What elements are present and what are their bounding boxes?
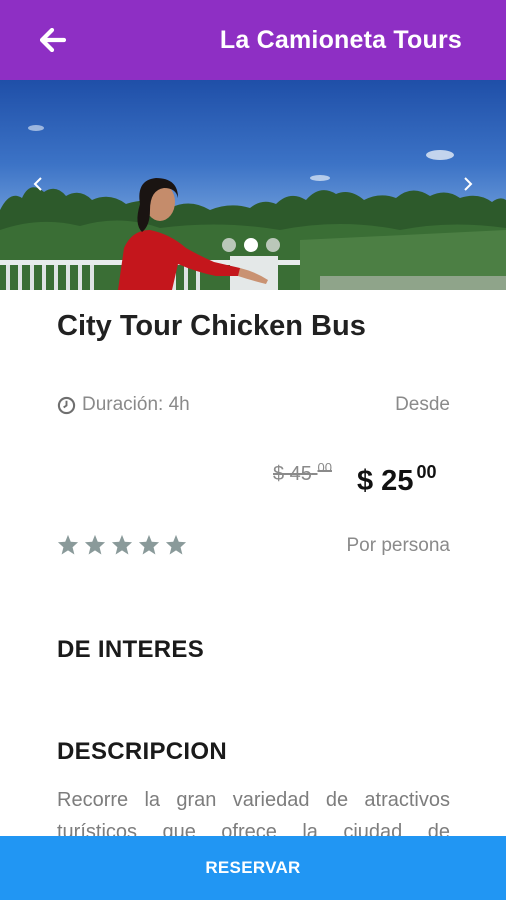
current-price: $ 25 00	[357, 462, 436, 498]
back-button[interactable]	[38, 25, 68, 55]
duration-info: Duración: 4h	[57, 394, 190, 416]
app-title: La Camioneta Tours	[219, 25, 462, 54]
new-price-cents: 00	[416, 462, 437, 482]
carousel-dot[interactable]	[266, 238, 280, 252]
old-price-cents: 00	[317, 460, 332, 475]
star-icon	[165, 534, 187, 555]
old-price-main: $ 45	[273, 463, 312, 485]
tour-photo	[0, 125, 506, 290]
clock-icon	[57, 396, 76, 414]
star-icon	[57, 534, 79, 555]
new-price-main: $ 25	[357, 465, 414, 497]
carousel-dot-active[interactable]	[244, 238, 258, 252]
carousel-dot[interactable]	[222, 238, 236, 252]
duration-label: Duración: 4h	[82, 394, 190, 415]
interest-heading: DE INTERES	[57, 636, 205, 663]
old-price: $ 45 00	[273, 460, 332, 486]
star-icon	[111, 534, 133, 555]
star-icon	[84, 534, 106, 555]
per-person-label: Por persona	[346, 535, 450, 556]
rating-stars	[57, 534, 187, 555]
chevron-left-icon	[33, 177, 42, 191]
carousel-indicators	[222, 238, 280, 252]
star-icon	[138, 534, 160, 555]
chevron-right-icon	[464, 177, 473, 191]
tour-title: City Tour Chicken Bus	[57, 310, 366, 342]
app-bar: La Camioneta Tours	[0, 0, 506, 80]
image-carousel[interactable]	[0, 80, 506, 290]
carousel-prev-button[interactable]	[28, 174, 48, 194]
arrow-left-icon	[40, 28, 66, 52]
description-heading: DESCRIPCION	[57, 738, 227, 765]
reserve-button[interactable]: RESERVAR	[0, 836, 506, 900]
from-label: Desde	[395, 394, 450, 415]
carousel-next-button[interactable]	[458, 174, 478, 194]
